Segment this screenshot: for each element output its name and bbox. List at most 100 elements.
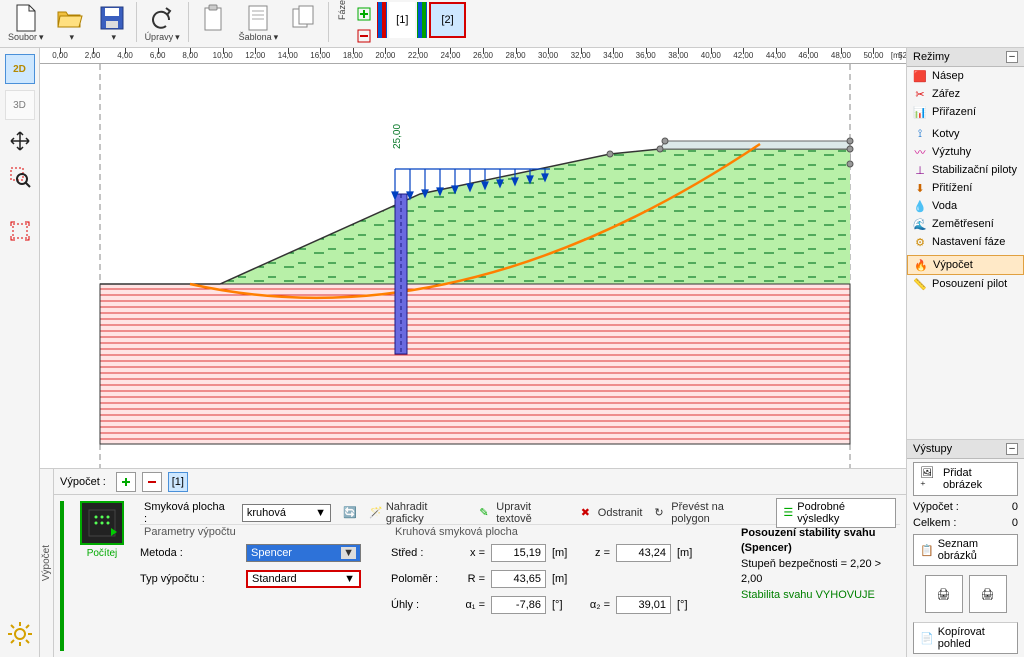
bottom-panel: Výpočet Výpočet : [1] Počítej Smyková pl… [40, 468, 906, 657]
modes-header: Režimy – [907, 48, 1024, 67]
menu-file[interactable]: Soubor [4, 2, 48, 43]
mode-label: Posouzení pilot [932, 278, 1007, 290]
add-image-button[interactable]: 🖼⁺ Přidat obrázek [913, 462, 1018, 496]
copy-view-button[interactable]: 📄 Kopírovat pohled [913, 622, 1018, 654]
delete-icon: ✖ [581, 506, 595, 520]
mode-item-3[interactable]: ⟟ Kotvy [907, 125, 1024, 143]
print-button-2[interactable]: 🖨 [969, 575, 1007, 613]
zoom-window-button[interactable] [5, 162, 35, 192]
view-3d-button[interactable]: 3D [5, 90, 35, 120]
mode-icon: 🔥 [914, 259, 928, 271]
mode-icon: 📊 [913, 106, 927, 118]
result-block: Posouzení stability svahu (Spencer) Stup… [731, 526, 900, 616]
circle-column: Kruhová smyková plocha Střed : x = [m] z… [391, 526, 701, 616]
mode-item-5[interactable]: ⊥Stabilizační piloty [907, 161, 1024, 179]
mode-icon: ⊥ [913, 164, 927, 176]
details-button[interactable]: ☰Podrobné výsledky [776, 498, 896, 528]
mode-icon: 💧 [913, 200, 927, 212]
btn-copy-phase[interactable] [284, 2, 324, 34]
mode-item-4[interactable]: 〰 Výztuhy [907, 143, 1024, 161]
add-calc-button[interactable] [116, 472, 136, 492]
undo-icon [146, 2, 178, 34]
details-icon: ☰ [783, 506, 793, 519]
phase-2-button[interactable]: [2] [429, 2, 465, 38]
mode-icon: ✂ [913, 88, 927, 100]
outputs-total-count: Celkem : 0 [907, 515, 1024, 531]
mode-icon: 🌊 [913, 218, 927, 230]
mode-item-10[interactable]: 🔥 Výpočet [907, 255, 1024, 275]
radius-input[interactable] [491, 570, 546, 588]
add-image-icon: 🖼⁺ [920, 466, 939, 492]
alpha1-input[interactable] [491, 596, 546, 614]
phase-2-indicator [417, 2, 427, 38]
fit-view-button[interactable] [5, 216, 35, 246]
mode-label: Zářez [932, 88, 960, 100]
phase-1-button[interactable]: [1] [389, 2, 415, 38]
mode-icon: 📏 [913, 278, 927, 290]
menu-open[interactable] [50, 2, 90, 43]
menu-template[interactable]: Šablona [235, 2, 283, 43]
params-column: Parametry výpočtu Metoda : Spencer▼ Typ … [140, 526, 361, 616]
remove-calc-button[interactable] [142, 472, 162, 492]
mode-label: Zemětřesení [932, 218, 994, 230]
mode-item-7[interactable]: 💧Voda [907, 197, 1024, 215]
btn-clipboard[interactable] [193, 2, 233, 34]
print-button-1[interactable]: 🖨 [925, 575, 963, 613]
alpha2-input[interactable] [616, 596, 671, 614]
phase-1-indicator [377, 2, 387, 38]
method-select[interactable]: Spencer▼ [246, 544, 361, 562]
add-phase-button[interactable] [355, 5, 373, 23]
mode-icon: ⬇ [913, 182, 927, 194]
delete-button[interactable]: ✖Odstranit [581, 506, 643, 520]
mode-icon: 🟥 [913, 70, 927, 82]
mode-item-2[interactable]: 📊Přiřazení [907, 103, 1024, 121]
collapse-modes-button[interactable]: – [1006, 51, 1018, 63]
mode-label: Výpočet [933, 259, 973, 271]
phase-label-group: Fáze [333, 2, 351, 20]
slip-surface-select[interactable]: kruhová▼ [242, 504, 331, 522]
top-toolbar: Soubor Úpravy Šablona F [0, 0, 1024, 48]
phase-add-remove [353, 2, 375, 48]
list-images-button[interactable]: 📋 Seznam obrázků [913, 534, 1018, 566]
mode-icon: ⟟ [913, 128, 927, 140]
view-2d-button[interactable]: 2D [5, 54, 35, 84]
list-images-icon: 📋 [920, 544, 934, 557]
mode-item-1[interactable]: ✂ Zářez [907, 85, 1024, 103]
mode-item-11[interactable]: 📏 Posouzení pilot [907, 275, 1024, 293]
convert-icon: ↻ [654, 506, 668, 520]
convert-polygon-button[interactable]: ↻Převést na polygon [654, 501, 764, 525]
menu-edit[interactable]: Úpravy [141, 2, 184, 43]
calculate-button[interactable]: Počítej [72, 501, 132, 651]
mode-label: Přitížení [932, 182, 972, 194]
cross-section-drawing[interactable]: 25,00 [40, 64, 906, 468]
status-bar-indicator [60, 501, 64, 651]
calc-tab-1[interactable]: [1] [168, 472, 188, 492]
replace-graphically-button[interactable]: 🪄Nahradit graficky [369, 501, 467, 525]
mode-icon: 〰 [913, 146, 927, 158]
surcharge-label: 25,00 [392, 124, 403, 149]
printer-icon: 🖨 [937, 588, 951, 601]
outputs-header: Výstupy – [907, 440, 1024, 459]
right-panel: Režimy – 🟥Násep ✂ Zářez 📊Přiřazení ⟟ Kotvy 〰 Vý… [906, 48, 1024, 657]
mode-label: Kotvy [932, 128, 960, 140]
collapse-outputs-button[interactable]: – [1006, 443, 1018, 455]
copy-view-icon: 📄 [920, 632, 934, 645]
mode-item-0[interactable]: 🟥Násep [907, 67, 1024, 85]
menu-save[interactable] [92, 2, 132, 43]
center-x-input[interactable] [491, 544, 546, 562]
mode-item-6[interactable]: ⬇ Přitížení [907, 179, 1024, 197]
calc-type-select[interactable]: Standard▼ [246, 570, 361, 588]
remove-phase-button[interactable] [355, 27, 373, 45]
calc-tabs: Výpočet : [1] [54, 469, 906, 495]
mode-label: Výztuhy [932, 146, 971, 158]
center-z-input[interactable] [616, 544, 671, 562]
mode-item-8[interactable]: 🌊 Zemětřesení [907, 215, 1024, 233]
settings-button[interactable] [5, 619, 35, 649]
outputs-panel: Výstupy – 🖼⁺ Přidat obrázek Výpočet : 0 … [907, 439, 1024, 657]
mode-item-9[interactable]: ⚙Nastavení fáze [907, 233, 1024, 251]
file-new-icon [10, 2, 42, 34]
copy-doc-icon [288, 2, 320, 34]
edit-text-button[interactable]: ✎Upravit textově [479, 501, 568, 525]
pan-button[interactable] [5, 126, 35, 156]
refresh-button[interactable]: 🔄 [343, 506, 357, 520]
